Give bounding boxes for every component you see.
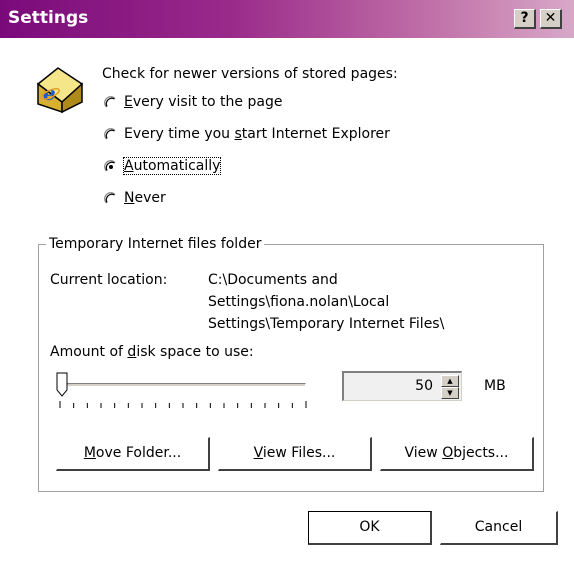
spin-down-button[interactable]: ▼: [441, 387, 459, 399]
check-heading: Check for newer versions of stored pages…: [102, 66, 398, 82]
location-line-1: C:\Documents and: [208, 272, 338, 288]
radio-button-1[interactable]: [104, 128, 117, 141]
radio-label-2: Automatically: [122, 157, 222, 175]
radio-label-1: Every time you start Internet Explorer: [124, 126, 390, 142]
disk-space-value[interactable]: 50: [415, 378, 433, 394]
location-line-3: Settings\Temporary Internet Files\: [208, 316, 445, 332]
disk-unit-label: MB: [484, 378, 506, 394]
radio-button-2[interactable]: [104, 160, 117, 173]
cancel-button[interactable]: Cancel: [440, 511, 558, 545]
internet-explorer-icon: e: [32, 62, 88, 114]
disk-space-label: Amount of disk space to use:: [50, 344, 254, 360]
disk-space-spinbox[interactable]: 50 ▲ ▼: [342, 371, 462, 401]
radio-button-3[interactable]: [104, 192, 117, 205]
spin-up-button[interactable]: ▲: [441, 375, 459, 387]
disk-space-slider-track[interactable]: [60, 383, 306, 387]
radio-label-0: Every visit to the page: [124, 94, 283, 110]
help-button[interactable]: ?: [514, 9, 536, 29]
disk-space-slider-thumb[interactable]: [56, 372, 68, 402]
location-line-2: Settings\fiona.nolan\Local: [208, 294, 390, 310]
title-bar[interactable]: Settings ? ✕: [0, 0, 574, 38]
current-location-label: Current location:: [50, 272, 168, 288]
radio-button-0[interactable]: [104, 96, 117, 109]
radio-label-3: Never: [124, 190, 166, 206]
view-objects-button[interactable]: View Objects...: [380, 437, 534, 471]
temp-files-legend: Temporary Internet files folder: [46, 236, 265, 252]
window-title: Settings: [8, 8, 89, 28]
ok-button[interactable]: OK: [308, 511, 432, 545]
view-files-button[interactable]: View Files...: [218, 437, 372, 471]
slider-ticks: [59, 401, 307, 408]
move-folder-button[interactable]: Move Folder...: [56, 437, 210, 471]
close-button[interactable]: ✕: [540, 9, 562, 29]
